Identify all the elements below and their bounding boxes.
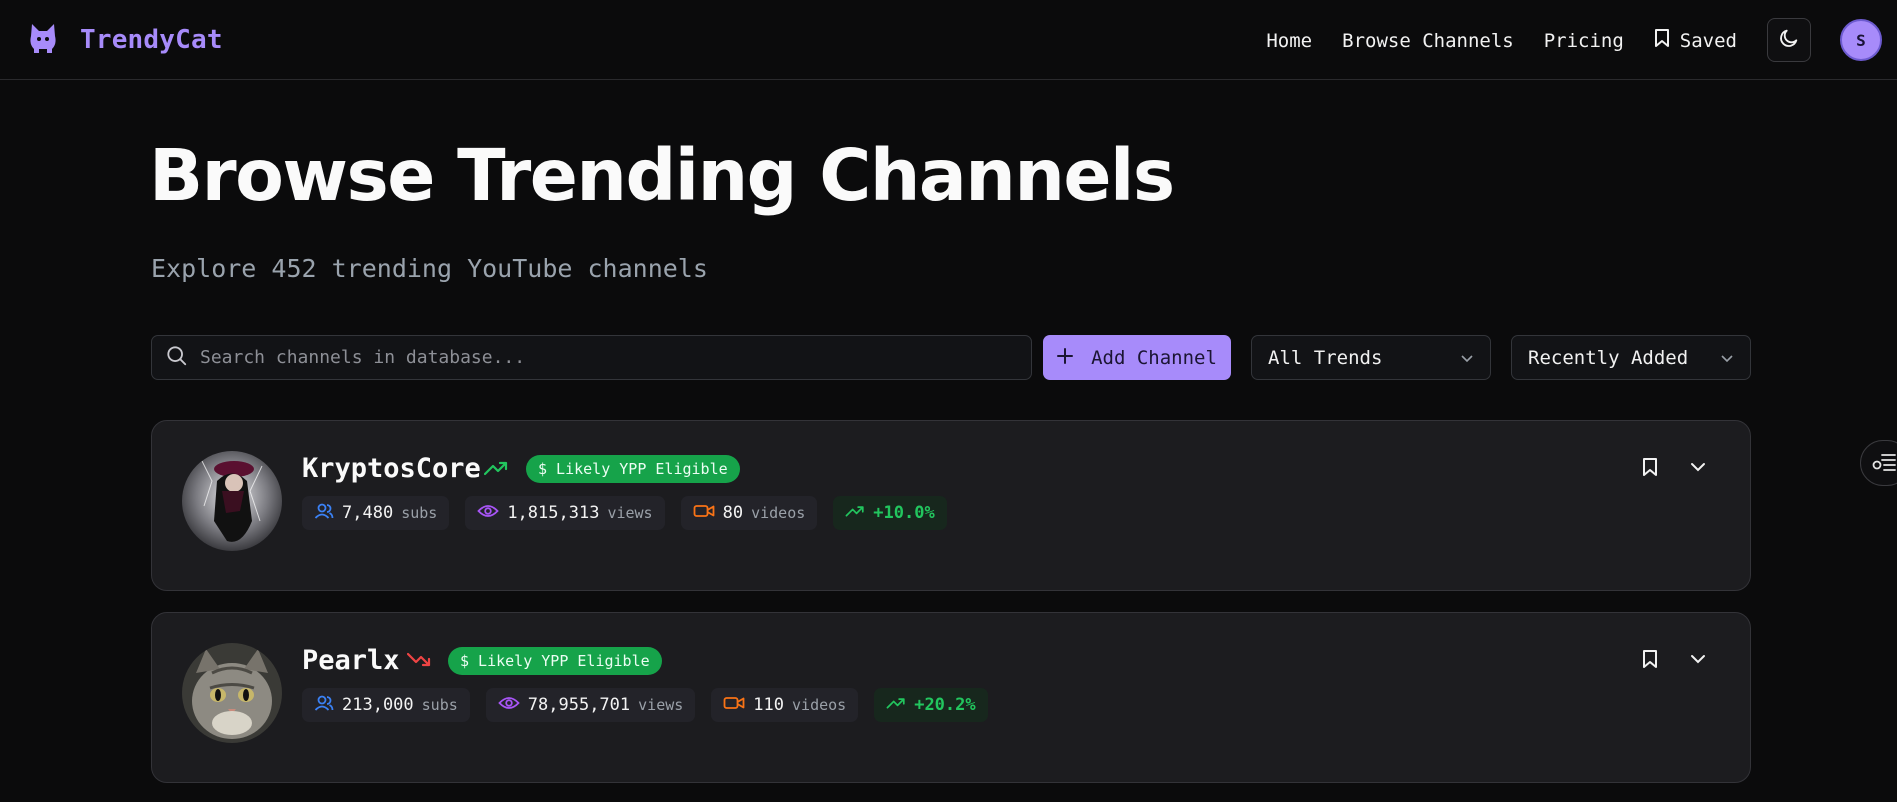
search-icon xyxy=(166,345,188,371)
page-subtitle: Explore 452 trending YouTube channels xyxy=(151,254,708,283)
cat-logo-icon xyxy=(28,22,58,58)
sort-value: Recently Added xyxy=(1528,346,1689,369)
trending-up-icon xyxy=(483,459,508,481)
nav-link-pricing[interactable]: Pricing xyxy=(1544,30,1624,52)
videos-value: 80 xyxy=(722,503,744,523)
user-avatar[interactable]: S xyxy=(1840,19,1882,61)
video-icon xyxy=(693,503,715,524)
search-box[interactable] xyxy=(151,335,1032,380)
subs-stat: 213,000 subs xyxy=(302,688,470,722)
expand-chevron-button[interactable] xyxy=(1690,653,1706,665)
chevron-down-icon xyxy=(1460,347,1474,369)
brand-name: TrendyCat xyxy=(80,25,223,55)
channel-name[interactable]: Pearlx xyxy=(302,645,400,676)
growth-stat: +20.2% xyxy=(874,688,988,722)
bookmark-button[interactable] xyxy=(1642,649,1658,669)
videos-value: 110 xyxy=(753,695,785,715)
views-stat: 78,955,701 views xyxy=(485,688,696,722)
top-nav: TrendyCat Home Browse Channels Pricing S… xyxy=(0,0,1897,80)
add-channel-label: Add Channel xyxy=(1091,346,1217,369)
side-panel-toggle[interactable] xyxy=(1860,440,1897,486)
videos-stat: 80 videos xyxy=(680,496,818,530)
nav-link-browse-channels[interactable]: Browse Channels xyxy=(1342,30,1514,52)
eye-icon xyxy=(498,695,520,716)
channel-stats: 7,480 subs 1,815,313 views 80 videos +10… xyxy=(302,496,947,530)
card-actions xyxy=(1642,457,1706,477)
videos-stat: 110 videos xyxy=(711,688,859,722)
card-actions xyxy=(1642,649,1706,669)
views-value: 1,815,313 xyxy=(507,503,600,523)
views-stat: 1,815,313 views xyxy=(465,496,665,530)
users-icon xyxy=(314,694,334,717)
eye-icon xyxy=(477,503,500,524)
sort-select[interactable]: Recently Added xyxy=(1511,335,1751,380)
video-icon xyxy=(723,695,745,716)
views-unit: views xyxy=(607,504,653,522)
channel-name[interactable]: KryptosCore xyxy=(302,453,481,484)
bookmark-button[interactable] xyxy=(1642,457,1658,477)
brand[interactable]: TrendyCat xyxy=(28,22,223,58)
subs-stat: 7,480 subs xyxy=(302,496,450,530)
growth-value: +10.0% xyxy=(873,503,935,523)
channel-avatar xyxy=(182,451,282,551)
saved-label: Saved xyxy=(1679,29,1737,52)
subs-unit: subs xyxy=(421,696,458,714)
growth-value: +20.2% xyxy=(914,695,976,715)
subs-value: 7,480 xyxy=(342,503,394,523)
trending-down-icon xyxy=(406,651,431,673)
plus-icon xyxy=(1057,347,1074,369)
nav-link-saved[interactable]: Saved xyxy=(1654,28,1737,53)
videos-unit: videos xyxy=(751,504,806,522)
channel-card[interactable]: KryptosCore $ Likely YPP Eligible 7,480 … xyxy=(151,420,1751,591)
filter-list-icon xyxy=(1871,450,1897,476)
nav-link-home[interactable]: Home xyxy=(1266,30,1312,52)
trending-up-icon xyxy=(845,503,865,523)
add-channel-button[interactable]: Add Channel xyxy=(1043,335,1231,380)
chevron-down-icon xyxy=(1720,347,1734,369)
channel-avatar xyxy=(182,643,282,743)
page-title: Browse Trending Channels xyxy=(149,134,1175,217)
moon-icon xyxy=(1778,27,1800,53)
theme-toggle-button[interactable] xyxy=(1767,18,1811,62)
subs-value: 213,000 xyxy=(342,695,414,715)
views-value: 78,955,701 xyxy=(527,695,631,715)
ypp-eligible-badge: $ Likely YPP Eligible xyxy=(448,647,662,675)
channel-card[interactable]: Pearlx $ Likely YPP Eligible 213,000 sub… xyxy=(151,612,1751,783)
nav-links: Home Browse Channels Pricing Saved xyxy=(1266,28,1737,53)
trend-filter-select[interactable]: All Trends xyxy=(1251,335,1491,380)
bookmark-icon xyxy=(1654,28,1670,53)
search-input[interactable] xyxy=(198,346,1002,369)
trend-filter-value: All Trends xyxy=(1268,346,1383,369)
expand-chevron-button[interactable] xyxy=(1690,461,1706,473)
users-icon xyxy=(314,502,334,525)
ypp-eligible-badge: $ Likely YPP Eligible xyxy=(526,455,740,483)
growth-stat: +10.0% xyxy=(833,496,947,530)
subs-unit: subs xyxy=(401,504,438,522)
views-unit: views xyxy=(638,696,684,714)
videos-unit: videos xyxy=(792,696,847,714)
channel-stats: 213,000 subs 78,955,701 views 110 videos… xyxy=(302,688,988,722)
trending-up-icon xyxy=(886,695,906,715)
